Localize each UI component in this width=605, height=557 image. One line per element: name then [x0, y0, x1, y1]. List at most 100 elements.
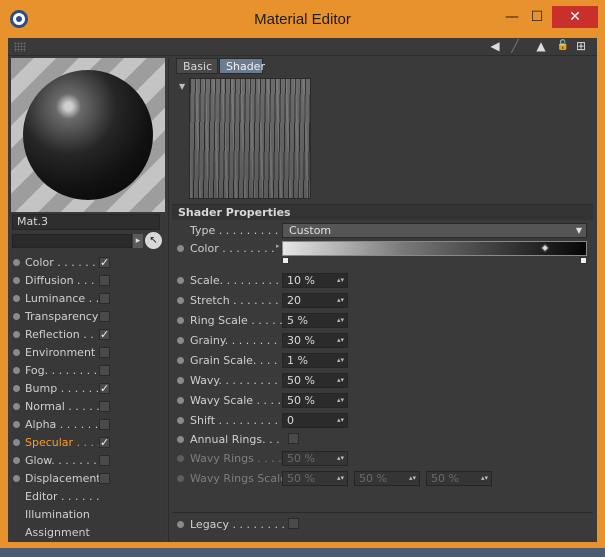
collapse-arrow-icon[interactable]: ▼ — [179, 82, 185, 91]
gradient-midpoint[interactable] — [540, 243, 550, 253]
new-window-icon[interactable]: ⊞ — [574, 39, 588, 53]
channel-dot-icon — [13, 277, 20, 284]
maximize-button[interactable]: ☐ — [522, 6, 552, 28]
ring-scale-value: 5 % — [287, 314, 308, 327]
channel-displacement[interactable]: Displacement — [11, 470, 165, 488]
scale-field[interactable]: 10 % ▴▾ — [282, 273, 348, 288]
spin-arrows-icon[interactable]: ▴▾ — [337, 334, 344, 347]
wavy-rings-value: 50 % — [287, 452, 315, 465]
channel-dot-icon — [13, 295, 20, 302]
type-dropdown[interactable]: Custom ▼ — [282, 223, 587, 238]
channel-checkbox[interactable] — [99, 311, 110, 322]
material-name-field[interactable]: Mat.3 — [12, 214, 160, 230]
spin-arrows-icon[interactable]: ▴▾ — [337, 354, 344, 367]
back-arrow-icon[interactable]: ◀ — [488, 39, 502, 53]
animation-dot-icon[interactable] — [177, 297, 184, 304]
spin-arrows-icon[interactable]: ▴▾ — [337, 374, 344, 387]
lock-icon[interactable]: 🔓 — [556, 39, 570, 53]
forward-dash-icon[interactable]: ╱ — [508, 39, 522, 53]
animation-dot-icon — [177, 475, 184, 482]
channel-glow[interactable]: Glow. . . . . . . — [11, 452, 165, 470]
annual-rings-checkbox[interactable] — [288, 433, 299, 444]
channel-color[interactable]: Color . . . . . . ✓ — [11, 254, 165, 272]
animation-dot-icon — [177, 455, 184, 462]
close-button[interactable]: ✕ — [552, 6, 598, 28]
channel-label: Normal . . . . . — [25, 400, 100, 413]
spin-arrows-icon[interactable]: ▴▾ — [337, 294, 344, 307]
shader-properties-header: Shader Properties — [172, 204, 593, 220]
channel-environment[interactable]: Environment — [11, 344, 165, 362]
channel-checkbox[interactable] — [99, 365, 110, 376]
channel-list: Color . . . . . . ✓ Diffusion . . . Lumin… — [11, 254, 165, 542]
gradient-knot-end[interactable] — [580, 257, 587, 264]
channel-checkbox[interactable] — [99, 293, 110, 304]
wavy-scale-field[interactable]: 50 % ▴▾ — [282, 393, 348, 408]
animation-dot-icon[interactable] — [177, 436, 184, 443]
animation-dot-icon[interactable] — [177, 357, 184, 364]
channel-bump[interactable]: Bump . . . . . . ✓ — [11, 380, 165, 398]
channel-specular[interactable]: Specular . . . . ✓ — [11, 434, 165, 452]
channel-search-field[interactable] — [12, 234, 132, 248]
type-value: Custom — [289, 224, 332, 237]
channel-reflection[interactable]: Reflection . . ✓ — [11, 326, 165, 344]
spin-arrows-icon[interactable]: ▴▾ — [337, 414, 344, 427]
spin-arrows-icon[interactable]: ▴▾ — [337, 274, 344, 287]
channel-checkbox[interactable]: ✓ — [99, 437, 110, 448]
channel-diffusion[interactable]: Diffusion . . . — [11, 272, 165, 290]
animation-dot-icon[interactable] — [177, 397, 184, 404]
up-arrow-icon[interactable]: ▲ — [534, 39, 548, 53]
tab-shader[interactable]: Shader — [219, 58, 265, 74]
animation-dot-icon[interactable] — [177, 417, 184, 424]
channel-checkbox[interactable] — [99, 455, 110, 466]
gradient-knot-start[interactable] — [282, 257, 289, 264]
channel-assignment[interactable]: Assignment — [11, 524, 165, 542]
channel-editor[interactable]: Editor . . . . . . — [11, 488, 165, 506]
stretch-label: Stretch . . . . . . . . . — [190, 294, 293, 307]
spin-arrows-icon[interactable]: ▴▾ — [337, 314, 344, 327]
animation-dot-icon[interactable] — [177, 377, 184, 384]
channel-checkbox[interactable] — [99, 419, 110, 430]
channel-checkbox[interactable] — [99, 401, 110, 412]
expand-arrow-icon[interactable]: ▸ — [276, 242, 280, 250]
grip-icon[interactable] — [14, 42, 26, 52]
animation-dot-icon[interactable] — [177, 277, 184, 284]
channel-dot-icon — [13, 385, 20, 392]
prop-shift: Shift . . . . . . . . . . 0 ▴▾ — [172, 412, 593, 430]
expand-arrow-icon[interactable]: ▸ — [133, 234, 143, 248]
stretch-field[interactable]: 20 ▴▾ — [282, 293, 348, 308]
channel-transparency[interactable]: Transparency — [11, 308, 165, 326]
channel-luminance[interactable]: Luminance . . — [11, 290, 165, 308]
color-gradient[interactable] — [282, 241, 587, 256]
prop-color: Color . . . . . . . . ▸ — [172, 240, 593, 270]
channel-label: Fog. . . . . . . . — [25, 364, 98, 377]
channel-fog[interactable]: Fog. . . . . . . . — [11, 362, 165, 380]
channel-checkbox[interactable]: ✓ — [99, 383, 110, 394]
channel-checkbox[interactable]: ✓ — [99, 329, 110, 340]
channel-checkbox[interactable] — [99, 275, 110, 286]
wavy-rings-scale-z-value: 50 % — [431, 472, 459, 485]
channel-checkbox[interactable] — [99, 473, 110, 484]
channel-illumination[interactable]: Illumination — [11, 506, 165, 524]
channel-alpha[interactable]: Alpha . . . . . . — [11, 416, 165, 434]
shift-value: 0 — [287, 414, 294, 427]
wavy-field[interactable]: 50 % ▴▾ — [282, 373, 348, 388]
legacy-checkbox[interactable] — [288, 518, 299, 529]
animation-dot-icon[interactable] — [177, 337, 184, 344]
grain-scale-field[interactable]: 1 % ▴▾ — [282, 353, 348, 368]
grainy-field[interactable]: 30 % ▴▾ — [282, 333, 348, 348]
animation-dot-icon[interactable] — [177, 317, 184, 324]
tab-basic[interactable]: Basic — [176, 58, 218, 74]
animation-dot-icon[interactable] — [177, 245, 184, 252]
shift-field[interactable]: 0 ▴▾ — [282, 413, 348, 428]
animation-dot-icon[interactable] — [177, 521, 184, 528]
title-bar[interactable]: Material Editor — ☐ ✕ — [0, 0, 605, 38]
picker-icon[interactable]: ↖ — [145, 232, 162, 249]
channel-checkbox[interactable]: ✓ — [99, 257, 110, 268]
material-preview[interactable] — [11, 58, 165, 212]
channel-checkbox[interactable] — [99, 347, 110, 358]
ring-scale-field[interactable]: 5 % ▴▾ — [282, 313, 348, 328]
panel-divider[interactable] — [168, 58, 169, 542]
spin-arrows-icon[interactable]: ▴▾ — [337, 394, 344, 407]
chevron-down-icon: ▼ — [575, 226, 582, 235]
channel-normal[interactable]: Normal . . . . . — [11, 398, 165, 416]
